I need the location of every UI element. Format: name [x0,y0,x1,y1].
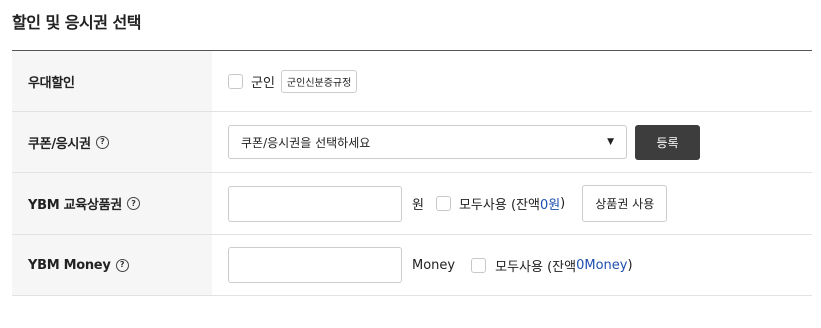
coupon-row: 쿠폰/응시권 ? 쿠폰/응시권을 선택하세요 ▼ 등록 [12,112,812,173]
money-label-cell: YBM Money ? [12,235,212,295]
veteran-checkbox-label: 군인 [251,75,275,91]
voucher-balance: 0원 [539,198,561,213]
money-use-all-label: 모두사용 (잔액 [495,259,577,275]
voucher-use-all-checkbox[interactable] [435,196,451,211]
money-value: Money 모두사용 (잔액 0Money ) [212,235,812,295]
money-use-all-checkbox[interactable] [471,257,487,273]
money-use-all-text: 모두사용 (잔액 0Money ) [495,256,632,275]
voucher-close-paren: ) [560,196,566,211]
register-button[interactable]: 등록 [635,124,700,160]
apply-voucher-button[interactable]: 상품권 사용 [582,185,668,222]
voucher-use-all-text: 모두사용 (잔액 0원 ) [459,194,565,213]
veteran-label: 우대할인 [12,51,212,111]
money-close-paren: ) [627,257,633,273]
voucher-label: YBM 교육상품권 [28,198,122,213]
coupon-select[interactable]: 쿠폰/응시권을 선택하세요 ▼ [228,125,627,159]
veteran-checkbox[interactable] [228,73,243,89]
voucher-value: 원 모두사용 (잔액 0원 ) 상품권 사용 [212,173,812,234]
money-unit: Money [412,257,456,273]
military-id-rules-button[interactable]: 군인신분증규정 [280,69,358,93]
coupon-value: 쿠폰/응시권을 선택하세요 ▼ 등록 [212,112,812,172]
voucher-amount-input[interactable] [228,185,402,222]
veteran-value: 군인 군인신분증규정 [212,51,812,111]
money-amount-input[interactable] [228,247,402,283]
section-title: 할인 및 응시권 선택 [12,13,141,32]
money-label: YBM Money [28,257,111,273]
help-icon[interactable]: ? [95,135,109,149]
voucher-unit: 원 [412,198,424,213]
voucher-use-all-label: 모두사용 (잔액 [458,198,540,213]
coupon-select-value: 쿠폰/응시권을 선택하세요 [241,135,371,150]
coupon-label-cell: 쿠폰/응시권 ? [12,112,212,172]
voucher-label-cell: YBM 교육상품권 ? [12,173,212,234]
money-balance: 0Money [576,257,628,273]
veteran-row: 우대할인 군인 군인신분증규정 [12,51,812,112]
discount-table: 우대할인 군인 군인신분증규정 쿠폰/응시권 ? 쿠폰/응시권을 선택하세요 ▼… [12,50,812,296]
money-row: YBM Money ? Money 모두사용 (잔액 0Money ) [12,235,812,296]
help-icon[interactable]: ? [115,258,129,272]
help-icon[interactable]: ? [126,197,140,210]
voucher-row: YBM 교육상품권 ? 원 모두사용 (잔액 0원 ) 상품권 사용 [12,173,812,235]
coupon-label: 쿠폰/응시권 [28,136,91,152]
caret-down-icon: ▼ [607,137,614,147]
